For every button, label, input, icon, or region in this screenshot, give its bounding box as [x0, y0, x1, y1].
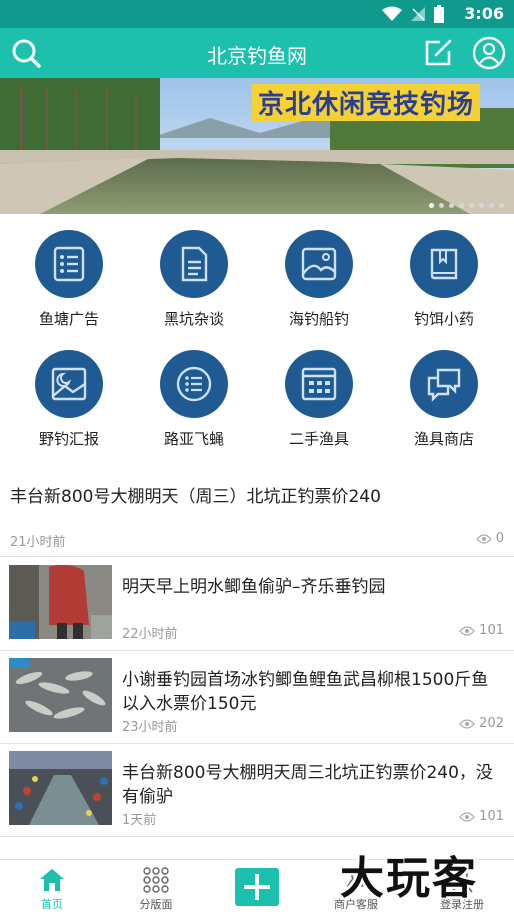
dots-grid-icon: [143, 867, 169, 893]
picture-icon: [51, 367, 87, 401]
category-used-gear[interactable]: 二手渔具: [255, 334, 383, 454]
post-thumbnail: [9, 751, 112, 825]
eye-icon: [459, 625, 476, 636]
image-icon: [301, 247, 337, 281]
post-time: 23小时前: [122, 720, 178, 735]
carousel-dot: [449, 203, 454, 208]
banner-carousel[interactable]: 京北休闲竞技钓场: [0, 78, 514, 214]
view-count: 101: [459, 809, 504, 824]
category-label: 路亚飞蝇: [163, 430, 224, 448]
view-count: 101: [459, 623, 504, 638]
post-time: 22小时前: [122, 627, 178, 642]
carousel-dot: [479, 203, 484, 208]
list-item[interactable]: 丰台新800号大棚明天周三北坑正钓票价240，没有偷驴 1天前 101: [0, 743, 514, 837]
chat-icon: [427, 368, 461, 402]
tab-home[interactable]: 首页: [2, 860, 102, 916]
post-title: 丰台新800号大棚明天周三北坑正钓票价240，没有偷驴: [122, 763, 493, 807]
compose-icon[interactable]: [422, 37, 454, 69]
post-time: 21小时前: [10, 535, 66, 550]
category-icon-circle: [160, 350, 228, 418]
eye-icon: [475, 533, 492, 544]
post-title: 明天早上明水鲫鱼偷驴–齐乐垂钓园: [122, 577, 386, 597]
category-bait-medicine[interactable]: 钓饵小药: [380, 214, 508, 334]
list-icon: [53, 246, 85, 282]
tab-label: 首页: [41, 898, 63, 911]
post-time: 1天前: [122, 813, 157, 828]
thumbnail-image: [9, 658, 112, 732]
category-label: 野钓汇报: [38, 430, 99, 448]
app-bar: 北京钓鱼网: [0, 28, 514, 78]
thumbnail-image: [9, 751, 112, 825]
status-bar: 3:06: [0, 0, 514, 28]
category-label: 二手渔具: [288, 430, 349, 448]
wifi-icon: [382, 6, 402, 21]
list-bullets-icon: [176, 366, 212, 402]
eye-icon: [459, 718, 476, 729]
status-time: 3:06: [464, 4, 504, 23]
category-icon-circle: [160, 230, 228, 298]
tab-sections[interactable]: 分版面: [106, 860, 206, 916]
view-count: 202: [459, 716, 504, 731]
category-fish-pond-ads[interactable]: 鱼塘广告: [5, 214, 133, 334]
carousel-dot: [469, 203, 474, 208]
status-icons: [382, 5, 444, 23]
battery-icon: [434, 5, 444, 23]
category-icon-circle: [35, 350, 103, 418]
category-grid: 鱼塘广告 黑坑杂谈 海钓船钓 钓饵小药 野钓汇报 路亚飞蝇 二手渔具 渔具商店: [0, 214, 514, 462]
carousel-dot: [499, 203, 504, 208]
eye-icon: [459, 811, 476, 822]
list-item[interactable]: 丰台新800号大棚明天（周三）北坑正钓票价240 21小时前 0: [0, 462, 514, 557]
user-icon[interactable]: [472, 36, 506, 70]
watermark: 大玩客: [340, 853, 478, 904]
category-icon-circle: [285, 230, 353, 298]
view-count: 0: [475, 531, 504, 546]
category-icon-circle: [410, 350, 478, 418]
document-icon: [181, 246, 208, 282]
carousel-dot: [459, 203, 464, 208]
carousel-dot: [439, 203, 444, 208]
signal-off-icon: [411, 7, 425, 21]
post-thumbnail: [9, 658, 112, 732]
category-lure-fly[interactable]: 路亚飞蝇: [130, 334, 258, 454]
category-wild-fishing-report[interactable]: 野钓汇报: [5, 334, 133, 454]
category-icon-circle: [285, 350, 353, 418]
category-sea-boat-fishing[interactable]: 海钓船钓: [255, 214, 383, 334]
view-count-value: 101: [479, 623, 504, 638]
category-label: 海钓船钓: [288, 310, 349, 328]
book-icon: [430, 248, 458, 280]
category-label: 鱼塘广告: [38, 310, 99, 328]
post-title: 丰台新800号大棚明天（周三）北坑正钓票价240: [10, 487, 381, 507]
category-black-pit-talk[interactable]: 黑坑杂谈: [130, 214, 258, 334]
list-item[interactable]: 小谢垂钓园首场冰钓鲫鱼鲤鱼武昌柳根1500斤鱼以入水票价150元 23小时前 2…: [0, 650, 514, 744]
view-count-value: 0: [495, 531, 504, 546]
home-icon: [40, 869, 64, 891]
thumbnail-image: [9, 565, 112, 639]
tab-label: 分版面: [139, 898, 173, 911]
category-tackle-shop[interactable]: 渔具商店: [380, 334, 508, 454]
category-label: 黑坑杂谈: [163, 310, 224, 328]
banner-headline: 京北休闲竞技钓场: [252, 84, 481, 121]
post-title: 小谢垂钓园首场冰钓鲫鱼鲤鱼武昌柳根1500斤鱼以入水票价150元: [122, 670, 489, 714]
plus-icon: [235, 868, 279, 906]
view-count-value: 202: [479, 716, 504, 731]
category-label: 渔具商店: [413, 430, 474, 448]
list-item[interactable]: 明天早上明水鲫鱼偷驴–齐乐垂钓园 22小时前 101: [0, 557, 514, 651]
post-thumbnail: [9, 565, 112, 639]
carousel-dot: [429, 203, 434, 208]
category-icon-circle: [410, 230, 478, 298]
post-button[interactable]: [207, 860, 307, 916]
calendar-grid-icon: [301, 367, 337, 401]
carousel-dot: [489, 203, 494, 208]
carousel-dots: [429, 203, 504, 208]
category-label: 钓饵小药: [413, 310, 474, 328]
category-icon-circle: [35, 230, 103, 298]
view-count-value: 101: [479, 809, 504, 824]
